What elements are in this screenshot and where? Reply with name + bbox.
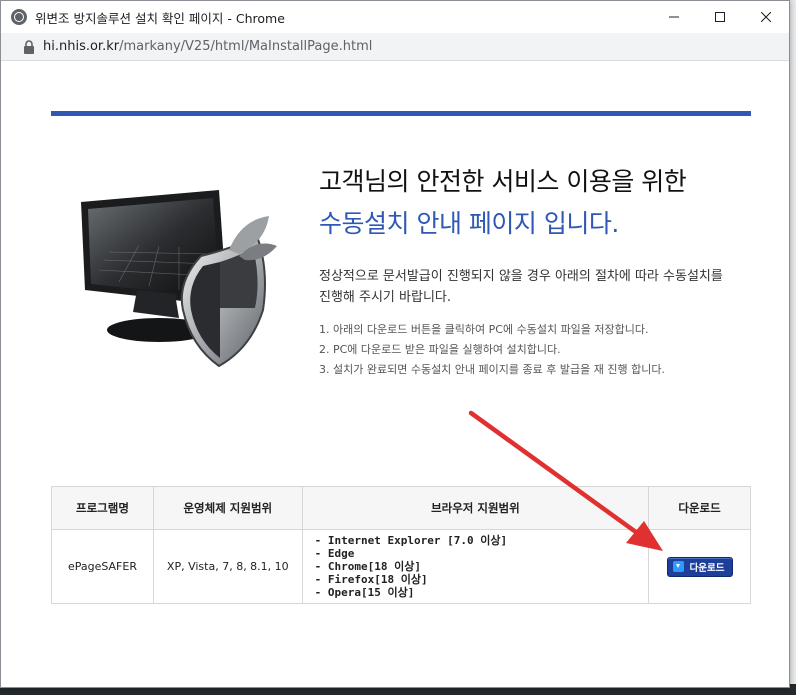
- step-item: 3. 설치가 완료되면 수동설치 안내 페이지를 종료 후 발급을 재 진행 합…: [319, 363, 665, 376]
- description-line1: 정상적으로 문서발급이 진행되지 않을 경우 아래의 절차에 따라 수동설치를: [319, 269, 723, 284]
- page-content: 고객님의 안전한 서비스 이용을 위한 수동설치 안내 페이지 입니다. 정상적…: [1, 62, 789, 687]
- maximize-button[interactable]: [697, 1, 743, 33]
- headline-line2: 수동설치 안내 페이지 입니다.: [319, 209, 619, 238]
- program-info-table: 프로그램명 운영체제 지원범위 브라우저 지원범위 다운로드 ePageSAFE…: [51, 486, 751, 604]
- headline-line1: 고객님의 안전한 서비스 이용을 위한: [319, 167, 687, 196]
- close-icon: [761, 12, 771, 22]
- window-title: 위변조 방지솔루션 설치 확인 페이지 - Chrome: [35, 10, 285, 26]
- minimize-button[interactable]: [651, 1, 697, 33]
- minimize-icon: [669, 16, 679, 18]
- step-item: 2. PC에 다운로드 받은 파일을 실행하여 설치합니다.: [319, 343, 561, 356]
- url-text[interactable]: hi.nhis.or.kr/markany/V25/html/MaInstall…: [43, 39, 372, 54]
- browser-item: - Firefox[18 이상]: [314, 573, 428, 586]
- address-bar[interactable]: hi.nhis.or.kr/markany/V25/html/MaInstall…: [1, 33, 789, 61]
- header-browser: 브라우저 지원범위: [301, 486, 650, 530]
- header-download: 다운로드: [648, 486, 751, 530]
- cell-os: XP, Vista, 7, 8, 8.1, 10: [152, 529, 303, 604]
- download-icon: [672, 561, 684, 572]
- table-row: ePageSAFER XP, Vista, 7, 8, 8.1, 10 - In…: [51, 529, 751, 604]
- cell-program: ePageSAFER: [51, 529, 154, 604]
- download-button[interactable]: 다운로드: [666, 556, 733, 577]
- header-divider: [51, 111, 751, 116]
- globe-icon: [11, 9, 27, 25]
- table-header-row: 프로그램명 운영체제 지원범위 브라우저 지원범위 다운로드: [51, 486, 751, 530]
- header-program: 프로그램명: [51, 486, 154, 530]
- window-controls: [651, 1, 789, 33]
- download-label: 다운로드: [689, 562, 725, 574]
- maximize-icon: [715, 12, 725, 22]
- cell-download: 다운로드: [648, 529, 751, 604]
- url-host: hi.nhis.or.kr: [43, 39, 120, 54]
- step-item: 1. 아래의 다운로드 버튼을 클릭하여 PC에 수동설치 파일을 저장합니다.: [319, 323, 649, 336]
- description: 정상적으로 문서발급이 진행되지 않을 경우 아래의 절차에 따라 수동설치를 …: [319, 266, 739, 308]
- browser-item: - Opera[15 이상]: [314, 586, 415, 599]
- browser-item: - Edge: [314, 547, 355, 560]
- browser-item: - Internet Explorer [7.0 이상]: [314, 534, 508, 547]
- browser-item: - Chrome[18 이상]: [314, 560, 422, 573]
- close-button[interactable]: [743, 1, 789, 33]
- lock-icon: [24, 39, 34, 54]
- title-bar[interactable]: 위변조 방지솔루션 설치 확인 페이지 - Chrome: [1, 1, 789, 33]
- browser-popup-window: 위변조 방지솔루션 설치 확인 페이지 - Chrome hi.nhis.or.…: [0, 0, 790, 688]
- install-steps: 1. 아래의 다운로드 버튼을 클릭하여 PC에 수동설치 파일을 저장합니다.…: [319, 320, 665, 380]
- header-os: 운영체제 지원범위: [152, 486, 303, 530]
- cell-browsers: - Internet Explorer [7.0 이상] - Edge - Ch…: [301, 529, 650, 604]
- description-line2: 진행해 주시기 바랍니다.: [319, 290, 451, 305]
- monitor-shield-illustration: [81, 190, 277, 368]
- url-path: /markany/V25/html/MaInstallPage.html: [119, 39, 373, 54]
